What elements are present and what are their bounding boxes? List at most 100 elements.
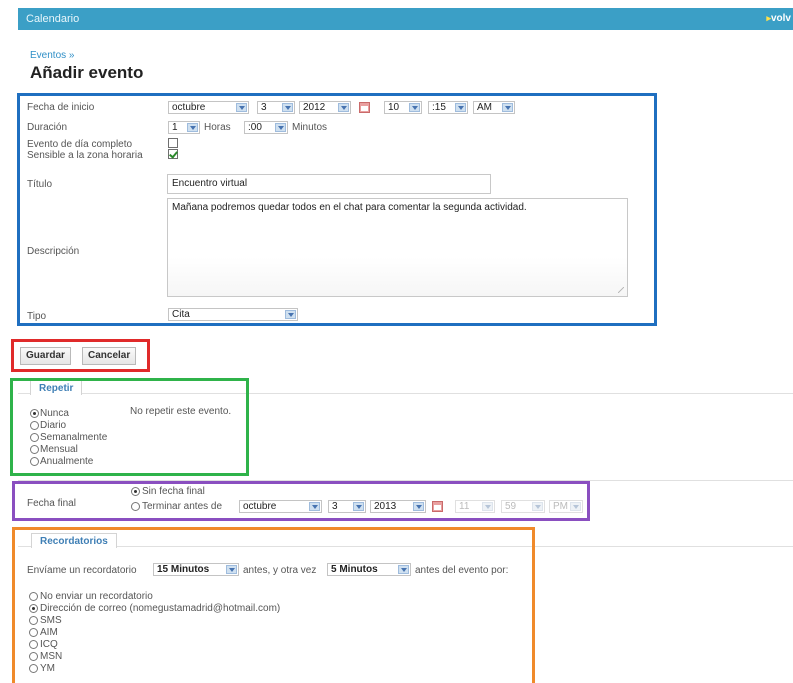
allday-checkbox[interactable] <box>168 138 178 148</box>
reminder-radio-ym[interactable] <box>29 664 38 673</box>
repeat-radio-yearly[interactable] <box>30 457 39 466</box>
type-select[interactable]: Cita <box>168 308 298 321</box>
start-year-select[interactable]: 2012 <box>299 101 351 114</box>
start-date-label: Fecha de inicio <box>27 102 95 113</box>
send-reminder-label: Envíame un recordatorio <box>27 565 137 576</box>
duration-minutes-select[interactable]: :00 <box>244 121 288 134</box>
timezone-label: Sensible a la zona horaria <box>27 150 143 161</box>
hours-label: Horas <box>204 122 231 133</box>
reminder-option-label: Dirección de correo (nomegustamadrid@hot… <box>40 603 281 614</box>
start-minute-select[interactable]: :15 <box>428 101 468 114</box>
first-reminder-value: 15 Minutos <box>157 564 210 575</box>
end-hour-select[interactable]: 11 <box>455 500 495 513</box>
reminder-radio-none[interactable] <box>29 592 38 601</box>
end-month-select[interactable]: octubre <box>239 500 322 513</box>
chevron-down-icon <box>309 502 320 511</box>
reminder-radio-msn[interactable] <box>29 652 38 661</box>
timezone-checkbox[interactable] <box>168 149 178 159</box>
end-year-select[interactable]: 2013 <box>370 500 426 513</box>
first-reminder-select[interactable]: 15 Minutos <box>153 563 239 576</box>
start-month-select[interactable]: octubre <box>168 101 249 114</box>
chevron-down-icon <box>338 103 349 112</box>
end-hour-value: 11 <box>459 501 470 512</box>
start-minute-value: :15 <box>432 102 446 113</box>
second-reminder-value: 5 Minutos <box>331 564 378 575</box>
reminder-radio-email[interactable] <box>29 604 38 613</box>
start-hour-value: 10 <box>388 102 400 113</box>
repeat-option-label: Anualmente <box>40 456 94 467</box>
title-input[interactable]: Encuentro virtual <box>167 174 491 194</box>
chevron-down-icon <box>285 310 296 319</box>
repeat-radio-never[interactable] <box>30 409 39 418</box>
save-button[interactable]: Guardar <box>20 347 71 365</box>
allday-label: Evento de día completo <box>27 139 133 150</box>
end-minute-select[interactable]: 59 <box>501 500 545 513</box>
start-day-select[interactable]: 3 <box>257 101 295 114</box>
chevron-down-icon <box>187 123 198 132</box>
chevron-down-icon <box>532 502 543 511</box>
end-option-none-label: Sin fecha final <box>142 486 205 497</box>
chevron-down-icon <box>413 502 424 511</box>
reminder-radio-icq[interactable] <box>29 640 38 649</box>
repeat-radio-weekly[interactable] <box>30 433 39 442</box>
before-event-label: antes del evento por: <box>415 565 509 576</box>
duration-hours-value: 1 <box>172 122 178 133</box>
type-label: Tipo <box>27 311 47 322</box>
app-header: Calendario volv <box>18 8 793 30</box>
start-hour-select[interactable]: 10 <box>384 101 422 114</box>
end-day-select[interactable]: 3 <box>328 500 366 513</box>
reminder-option-label: SMS <box>40 615 62 626</box>
calendar-icon[interactable] <box>432 501 443 512</box>
repeat-option-label: Semanalmente <box>40 432 108 443</box>
page-title: Añadir evento <box>30 63 144 82</box>
end-radio-until[interactable] <box>131 502 140 511</box>
start-ampm-select[interactable]: AM <box>473 101 515 114</box>
reminder-option-label: No enviar un recordatorio <box>40 591 153 602</box>
chevron-down-icon <box>409 103 420 112</box>
start-year-value: 2012 <box>303 102 326 113</box>
duration-label: Duración <box>27 122 68 133</box>
breadcrumb[interactable]: Eventos » <box>30 50 74 61</box>
resize-handle-icon[interactable] <box>618 287 624 293</box>
chevron-down-icon <box>282 103 293 112</box>
start-ampm-value: AM <box>477 102 492 113</box>
chevron-down-icon <box>502 103 513 112</box>
second-reminder-select[interactable]: 5 Minutos <box>327 563 411 576</box>
back-link[interactable]: volv <box>766 13 791 24</box>
reminder-option-label: YM <box>40 663 55 674</box>
repeat-radio-daily[interactable] <box>30 421 39 430</box>
reminder-option-label: MSN <box>40 651 63 662</box>
end-year-value: 2013 <box>374 501 397 512</box>
description-value: Mañana podremos quedar todos en el chat … <box>172 202 527 213</box>
chevron-down-icon <box>226 565 237 574</box>
chevron-down-icon <box>570 502 581 511</box>
duration-minutes-value: :00 <box>248 122 262 133</box>
reminder-option-label: ICQ <box>40 639 58 650</box>
title-value: Encuentro virtual <box>172 178 248 189</box>
start-day-value: 3 <box>261 102 267 113</box>
duration-hours-select[interactable]: 1 <box>168 121 200 134</box>
end-ampm-select[interactable]: PM <box>549 500 583 513</box>
reminder-radio-aim[interactable] <box>29 628 38 637</box>
title-label: Título <box>27 179 53 190</box>
end-ampm-value: PM <box>553 501 568 512</box>
repeat-note: No repetir este evento. <box>130 406 232 417</box>
reminder-radio-sms[interactable] <box>29 616 38 625</box>
end-day-value: 3 <box>332 501 338 512</box>
description-label: Descripción <box>27 246 80 257</box>
description-textarea[interactable]: Mañana podremos quedar todos en el chat … <box>167 198 628 297</box>
repeat-radio-monthly[interactable] <box>30 445 39 454</box>
type-value: Cita <box>172 309 190 320</box>
chevron-down-icon <box>455 103 466 112</box>
end-minute-value: 59 <box>505 501 517 512</box>
end-radio-none[interactable] <box>131 487 140 496</box>
repeat-option-label: Mensual <box>40 444 78 455</box>
cancel-button[interactable]: Cancelar <box>82 347 137 365</box>
chevron-down-icon <box>482 502 493 511</box>
chevron-down-icon <box>236 103 247 112</box>
end-option-until-label: Terminar antes de <box>142 501 223 512</box>
calendar-icon[interactable] <box>359 102 370 113</box>
end-date-label: Fecha final <box>27 498 76 509</box>
end-month-value: octubre <box>243 501 277 512</box>
chevron-down-icon <box>353 502 364 511</box>
